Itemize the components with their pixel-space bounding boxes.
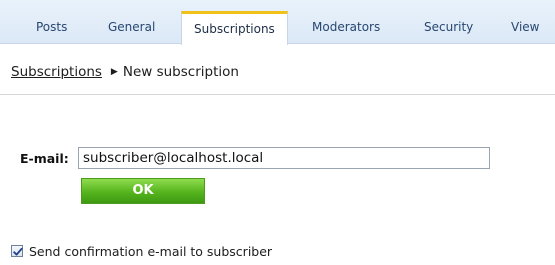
breadcrumb-link-subscriptions[interactable]: Subscriptions	[11, 64, 102, 80]
tab-security[interactable]: Security	[424, 11, 473, 44]
breadcrumb: Subscriptions ▶ New subscription	[11, 64, 239, 80]
tab-subscriptions[interactable]: Subscriptions	[181, 11, 288, 45]
send-confirmation-label[interactable]: Send confirmation e-mail to subscriber	[29, 244, 272, 259]
ok-button[interactable]: OK	[81, 178, 205, 204]
triangle-right-icon: ▶	[110, 67, 118, 77]
tab-bar: Posts General Subscriptions Moderators S…	[0, 0, 555, 45]
send-confirmation-checkbox[interactable]	[11, 245, 23, 257]
page: Posts General Subscriptions Moderators S…	[0, 0, 555, 265]
divider	[0, 94, 555, 95]
tab-view[interactable]: View	[511, 11, 539, 44]
breadcrumb-current: New subscription	[122, 64, 239, 80]
tab-posts[interactable]: Posts	[36, 11, 67, 44]
tab-moderators[interactable]: Moderators	[312, 11, 380, 44]
tab-general[interactable]: General	[108, 11, 155, 44]
checkmark-icon	[13, 247, 23, 256]
email-label: E-mail:	[20, 151, 69, 166]
email-field[interactable]	[78, 147, 490, 169]
